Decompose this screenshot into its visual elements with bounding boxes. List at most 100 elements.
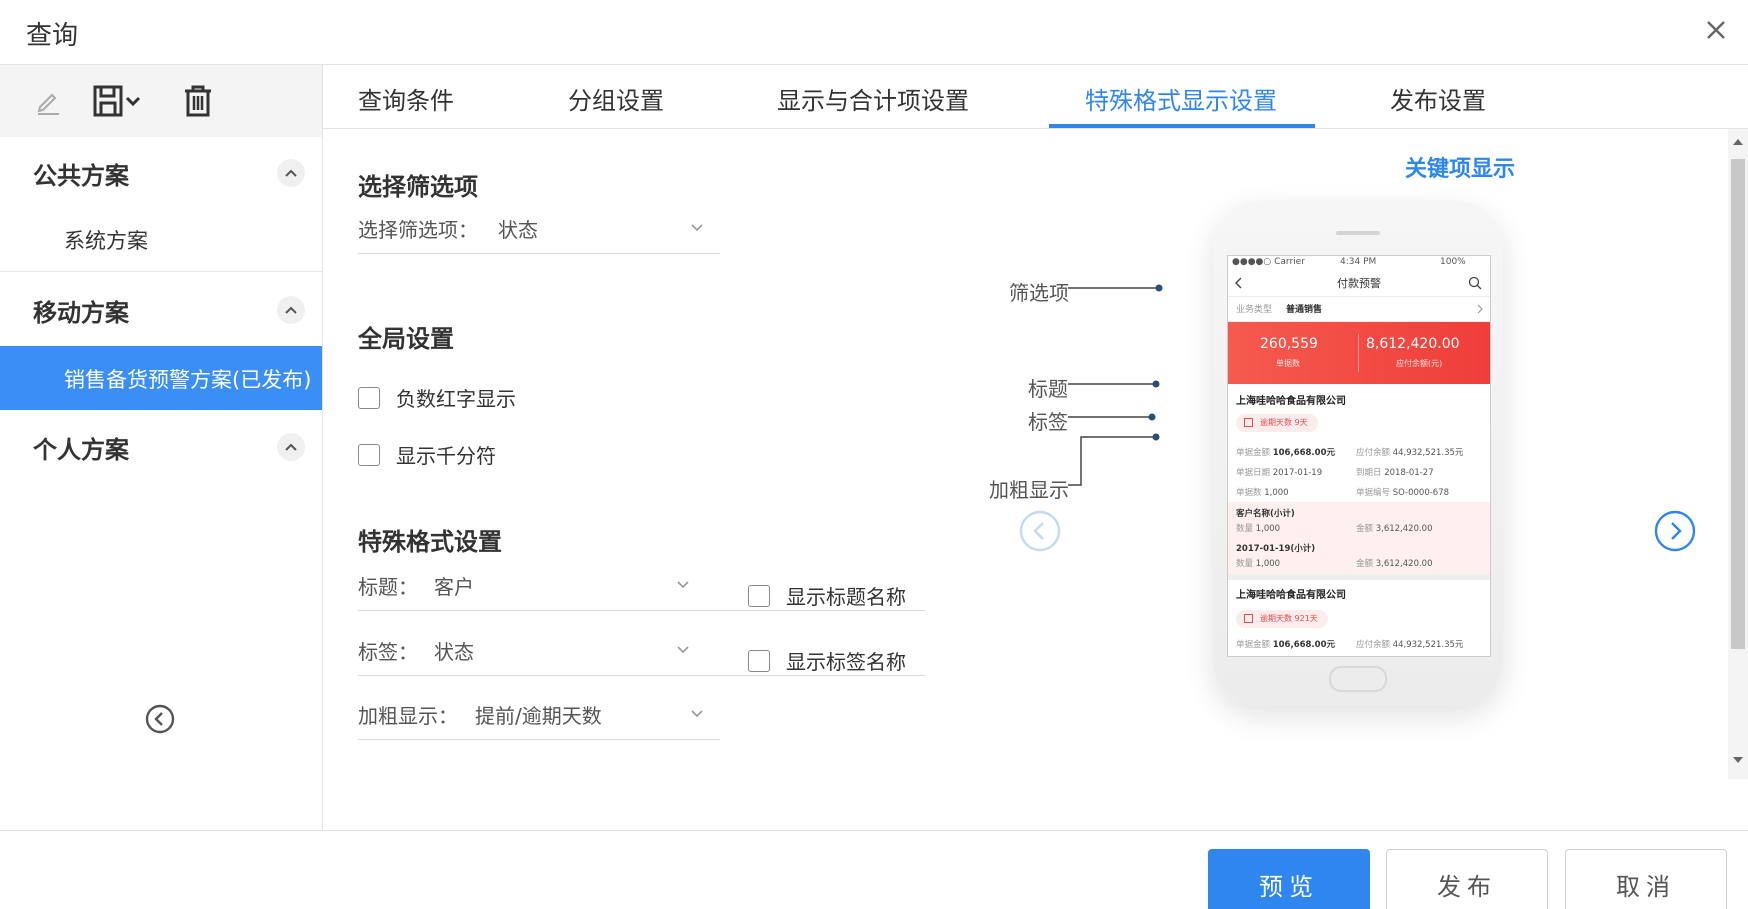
chevron-up-icon[interactable]: [277, 159, 305, 187]
chevron-up-icon[interactable]: [277, 433, 305, 461]
show-tag-name-checkbox[interactable]: 显示标签名称: [748, 646, 906, 675]
show-title-name-checkbox[interactable]: 显示标题名称: [748, 581, 906, 610]
filter-select[interactable]: 选择筛选项： 状态: [358, 209, 720, 254]
callout-title: 标题: [1028, 377, 1068, 401]
phone-filter-bar: 业务类型 普通销售: [1228, 296, 1490, 322]
callout-bold: 加粗显示: [989, 478, 1069, 502]
group-label: 个人方案: [33, 436, 129, 464]
preview-next-button[interactable]: [1653, 509, 1697, 553]
tab-query-conditions[interactable]: 查询条件: [358, 81, 454, 116]
kv-key: 单据日期: [1236, 468, 1271, 478]
kv-key: 金额: [1356, 559, 1374, 569]
kv-key: 应付余额: [1356, 448, 1391, 458]
bookmark-icon: [1244, 418, 1253, 427]
status-time: 4:34 PM: [1340, 257, 1377, 267]
kv-value: 106,668.00元: [1272, 640, 1335, 650]
bold-display-select[interactable]: 加粗显示： 提前/逾期天数: [358, 695, 720, 740]
checkbox-box[interactable]: [748, 584, 770, 607]
scheme-item-sales-warning[interactable]: 销售备货预警方案(已发布): [0, 346, 322, 410]
kv-value: 44,932,521.35元: [1392, 448, 1464, 458]
checkbox-box[interactable]: [358, 443, 380, 466]
chevron-up-icon[interactable]: [277, 296, 305, 324]
tab-publish[interactable]: 发布设置: [1390, 81, 1486, 116]
checkbox-box[interactable]: [358, 386, 380, 409]
global-section-title: 全局设置: [358, 325, 454, 353]
kv-value: 2018-01-27: [1384, 468, 1434, 478]
publish-button[interactable]: 发布: [1386, 849, 1548, 909]
checkbox-label: 显示标题名称: [786, 585, 906, 609]
trash-icon: [185, 85, 211, 117]
group-public[interactable]: 公共方案: [0, 137, 322, 207]
special-section-title: 特殊格式设置: [358, 528, 502, 556]
close-button[interactable]: [1698, 12, 1734, 48]
tab-special-format[interactable]: 特殊格式显示设置: [1085, 81, 1277, 116]
subtotal-title: 2017-01-19(小计): [1236, 544, 1316, 554]
stat-value: 8,612,420.00: [1366, 336, 1460, 352]
chevron-down-icon: [691, 710, 703, 718]
tab-display-totals[interactable]: 显示与合计项设置: [777, 81, 969, 116]
dialog-header: 查询: [0, 0, 1748, 65]
collapse-sidebar-button[interactable]: [144, 703, 176, 735]
kv-key: 应付余额: [1356, 640, 1391, 650]
filter-select-label: 选择筛选项：: [358, 218, 478, 242]
scroll-down-icon[interactable]: [1732, 755, 1744, 765]
save-icon: [93, 85, 141, 117]
phone-preview: ●●●●○ Carrier 4:34 PM 100% 付款预警 业务类型 普通销…: [1213, 201, 1503, 706]
title-select-label: 标题：: [358, 575, 418, 599]
checkbox-box[interactable]: [748, 649, 770, 672]
callout-filter: 筛选项: [1009, 281, 1069, 305]
kv-key: 单据金额: [1236, 448, 1271, 458]
kv-value: 106,668.00元: [1272, 448, 1335, 458]
negative-red-checkbox[interactable]: 负数红字显示: [358, 383, 516, 412]
scheme-item-system[interactable]: 系统方案: [0, 207, 322, 271]
divider: [0, 271, 322, 272]
chevron-right-icon: [1477, 304, 1483, 314]
edit-button[interactable]: [28, 79, 68, 123]
kv-value: 44,932,521.35元: [1392, 640, 1464, 650]
subtotal-title: 客户名称(小计): [1236, 509, 1295, 519]
kv-value: 3,612,420.00: [1375, 559, 1433, 569]
filter-key: 业务类型: [1236, 305, 1273, 315]
card-tag: 逾期天数 9天: [1236, 414, 1318, 432]
stat-label: 单据数: [1276, 359, 1300, 368]
thousand-separator-checkbox[interactable]: 显示千分符: [358, 440, 496, 469]
delete-button[interactable]: [178, 79, 218, 123]
group-label: 移动方案: [33, 299, 129, 327]
card-title: 上海哇哈哈食品有限公司: [1236, 590, 1346, 601]
filter-value: 普通销售: [1286, 305, 1323, 315]
kv-key: 单据金额: [1236, 640, 1271, 650]
kv-value: 2017-01-19: [1272, 468, 1323, 478]
kv-key: 到期日: [1356, 468, 1382, 478]
kv-key: 金额: [1356, 524, 1374, 534]
query-dialog: 查询 公共方案 系统方案 移动方案 销售备货预警方案(已发布) 个人方案 查询条…: [0, 0, 1748, 909]
group-personal[interactable]: 个人方案: [0, 411, 322, 481]
group-mobile[interactable]: 移动方案: [0, 274, 322, 344]
chevron-left-circle-icon: [1019, 510, 1061, 552]
bookmark-icon: [1244, 614, 1253, 623]
close-icon: [1707, 21, 1725, 39]
scrollbar-thumb[interactable]: [1731, 159, 1745, 649]
status-battery: 100%: [1440, 257, 1466, 267]
save-button[interactable]: [92, 79, 146, 123]
preview-prev-button[interactable]: [1018, 509, 1062, 553]
group-label: 公共方案: [33, 162, 129, 190]
bold-select-label: 加粗显示：: [358, 704, 458, 728]
tag-select-label: 标签：: [358, 640, 418, 664]
callout-tag: 标签: [1028, 410, 1068, 434]
card-title: 上海哇哈哈食品有限公司: [1236, 396, 1346, 407]
filter-select-value: 状态: [498, 218, 538, 242]
tab-grouping[interactable]: 分组设置: [568, 81, 664, 116]
divider: [1228, 574, 1490, 580]
chevron-down-icon: [691, 224, 703, 232]
bold-select-value: 提前/逾期天数: [475, 704, 602, 728]
preview-button[interactable]: 预览: [1208, 849, 1370, 909]
chevron-left-circle-icon: [145, 704, 175, 734]
kv-value: SO-0000-678: [1392, 488, 1450, 498]
subtotal-block: 客户名称(小计) 数量 1,000 金额 3,612,420.00 2017-0…: [1228, 502, 1490, 574]
checkbox-label: 负数红字显示: [396, 387, 516, 411]
cancel-button[interactable]: 取消: [1565, 849, 1727, 909]
preview-title: 关键项显示: [1404, 157, 1515, 182]
scheme-item-label: 销售备货预警方案(已发布): [64, 368, 312, 392]
preview-scrollbar[interactable]: [1728, 129, 1748, 779]
scroll-up-icon[interactable]: [1732, 137, 1744, 147]
